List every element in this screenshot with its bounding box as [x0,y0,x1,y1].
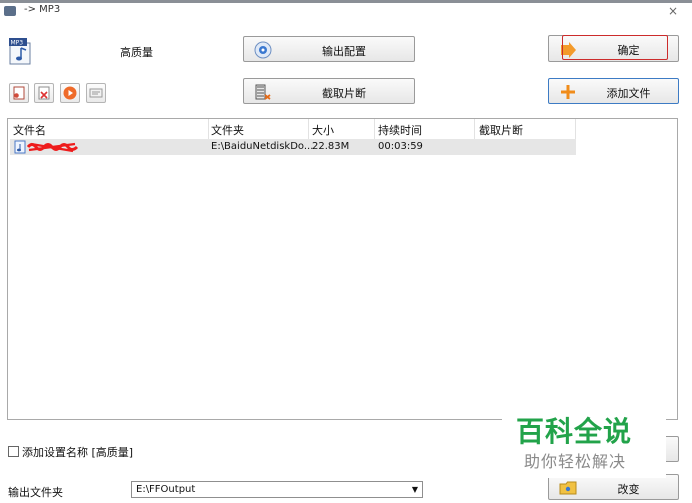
window-top-strip [0,0,692,3]
film-cut-icon [255,84,271,100]
doc-tool-button[interactable] [9,83,29,103]
add-file-label: 添加文件 [606,87,651,100]
column-divider [575,119,576,139]
mp3-file-icon: MP3 [9,38,31,65]
redacted-filename-scribble [27,142,79,153]
svg-text:MP3: MP3 [11,40,24,47]
add-setting-name-option[interactable]: 添加设置名称 [高质量] [8,444,133,460]
column-divider [208,119,209,139]
play-button[interactable] [60,83,80,103]
column-header-folder[interactable]: 文件夹 [211,122,244,138]
delete-file-icon [38,86,50,100]
app-icon [4,6,16,16]
duration-cell: 00:03:59 [378,141,423,152]
plus-icon [561,85,575,99]
column-divider [308,119,309,139]
audio-file-icon [14,140,26,154]
output-config-label: 输出配置 [322,45,366,58]
change-label: 改变 [617,483,640,496]
add-file-button[interactable]: 添加文件 [548,78,679,104]
column-divider [374,119,375,139]
info-button[interactable] [86,83,106,103]
output-folder-value: E:\FFOutput [136,484,196,495]
size-cell: 22.83M [312,141,350,152]
dropdown-arrow-icon: ▼ [411,485,418,494]
window-title: -> MP3 [24,4,61,15]
add-setting-label: 添加设置名称 [高质量] [22,446,134,459]
cut-segment-button[interactable]: 截取片断 [243,78,415,104]
column-header-segment[interactable]: 截取片断 [479,122,523,138]
settings-disc-icon [254,41,272,59]
file-table[interactable]: 文件名 文件夹 大小 持续时间 截取片断 E:\BaiduNetdiskDo..… [7,118,678,420]
watermark-brand: 百科全说 [516,415,633,448]
output-config-button[interactable]: 输出配置 [243,36,415,62]
watermark-slogan: 助你轻松解决 [524,452,627,471]
folder-icon [559,481,577,495]
red-highlight-box [562,35,668,60]
add-setting-checkbox[interactable] [8,446,19,457]
column-header-duration[interactable]: 持续时间 [378,122,422,138]
close-icon[interactable]: × [668,4,678,18]
output-folder-select[interactable]: E:\FFOutput ▼ [131,481,423,498]
cut-segment-label: 截取片断 [322,87,366,100]
column-header-size[interactable]: 大小 [312,122,334,138]
document-icon [13,86,25,100]
column-header-name[interactable]: 文件名 [13,122,46,138]
play-icon [63,86,77,100]
quality-label: 高质量 [120,46,153,59]
remove-file-button[interactable] [34,83,54,103]
folder-cell: E:\BaiduNetdiskDo... [211,141,314,152]
info-panel-icon [89,88,103,98]
column-divider [474,119,475,139]
output-folder-label: 输出文件夹 [8,486,63,499]
